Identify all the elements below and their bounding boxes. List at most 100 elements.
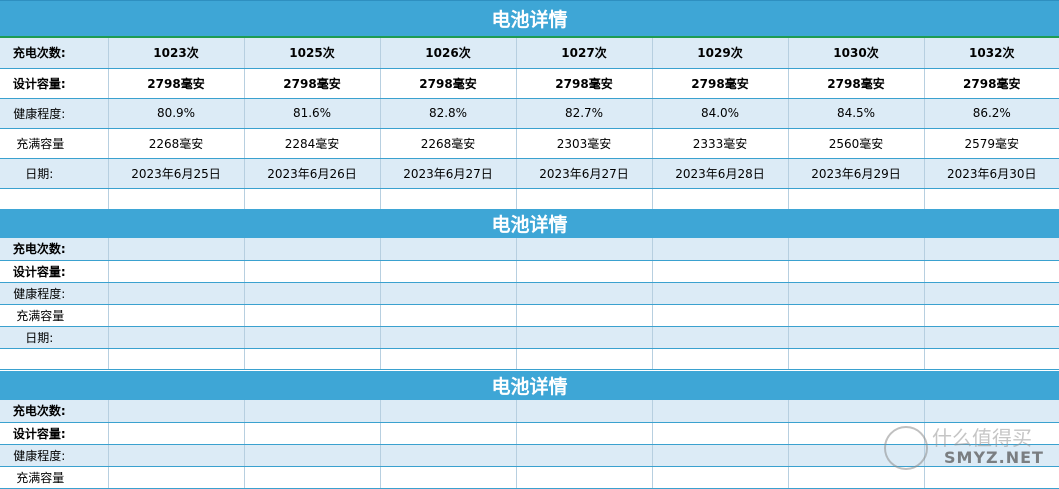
empty-cell[interactable] (788, 304, 925, 327)
table-cell[interactable]: 2798毫安 (652, 68, 789, 99)
table-cell[interactable]: 2798毫安 (516, 68, 653, 99)
empty-cell[interactable] (652, 188, 789, 210)
empty-cell[interactable] (244, 348, 381, 370)
table-cell[interactable]: 2798毫安 (380, 68, 517, 99)
empty-cell[interactable] (788, 238, 925, 261)
table-cell[interactable]: 2023年6月29日 (788, 158, 925, 189)
table-cell[interactable]: 1029次 (652, 38, 789, 69)
empty-cell[interactable] (652, 304, 789, 327)
table-cell[interactable]: 2023年6月28日 (652, 158, 789, 189)
empty-cell[interactable] (108, 466, 245, 489)
empty-cell[interactable] (516, 466, 653, 489)
empty-cell[interactable] (244, 422, 381, 445)
empty-cell[interactable] (516, 400, 653, 423)
empty-cell[interactable] (380, 282, 517, 305)
empty-cell[interactable] (108, 400, 245, 423)
empty-cell[interactable] (380, 422, 517, 445)
empty-cell[interactable] (516, 260, 653, 283)
empty-cell[interactable] (244, 466, 381, 489)
empty-cell[interactable] (652, 326, 789, 349)
table-cell[interactable]: 84.0% (652, 98, 789, 129)
empty-cell[interactable] (244, 326, 381, 349)
empty-cell[interactable] (0, 188, 109, 210)
table-cell[interactable]: 1030次 (788, 38, 925, 69)
empty-cell[interactable] (380, 260, 517, 283)
empty-cell[interactable] (652, 348, 789, 370)
table-cell[interactable]: 82.7% (516, 98, 653, 129)
table-cell[interactable]: 2303毫安 (516, 128, 653, 159)
empty-cell[interactable] (788, 282, 925, 305)
empty-cell[interactable] (108, 188, 245, 210)
empty-cell[interactable] (380, 348, 517, 370)
empty-cell[interactable] (652, 466, 789, 489)
empty-cell[interactable] (380, 466, 517, 489)
empty-cell[interactable] (516, 238, 653, 261)
empty-cell[interactable] (516, 304, 653, 327)
table-cell[interactable]: 80.9% (108, 98, 245, 129)
table-cell[interactable]: 2023年6月25日 (108, 158, 245, 189)
table-cell[interactable]: 2023年6月27日 (380, 158, 517, 189)
empty-cell[interactable] (652, 282, 789, 305)
empty-cell[interactable] (380, 188, 517, 210)
empty-cell[interactable] (516, 188, 653, 210)
empty-cell[interactable] (244, 282, 381, 305)
table-cell[interactable]: 2798毫安 (924, 68, 1059, 99)
table-cell[interactable]: 1023次 (108, 38, 245, 69)
empty-cell[interactable] (108, 282, 245, 305)
table-cell[interactable]: 2268毫安 (108, 128, 245, 159)
empty-cell[interactable] (108, 260, 245, 283)
empty-cell[interactable] (652, 444, 789, 467)
table-cell[interactable]: 2284毫安 (244, 128, 381, 159)
empty-cell[interactable] (788, 326, 925, 349)
empty-cell[interactable] (924, 282, 1059, 305)
table-cell[interactable]: 2560毫安 (788, 128, 925, 159)
empty-cell[interactable] (924, 304, 1059, 327)
empty-cell[interactable] (244, 238, 381, 261)
empty-cell[interactable] (516, 444, 653, 467)
empty-cell[interactable] (244, 444, 381, 467)
table-cell[interactable]: 2798毫安 (244, 68, 381, 99)
empty-cell[interactable] (244, 304, 381, 327)
empty-cell[interactable] (924, 238, 1059, 261)
empty-cell[interactable] (380, 304, 517, 327)
table-cell[interactable]: 2798毫安 (108, 68, 245, 99)
table-cell[interactable]: 1032次 (924, 38, 1059, 69)
empty-cell[interactable] (108, 348, 245, 370)
empty-cell[interactable] (788, 260, 925, 283)
empty-cell[interactable] (380, 238, 517, 261)
empty-cell[interactable] (380, 326, 517, 349)
empty-cell[interactable] (516, 422, 653, 445)
empty-cell[interactable] (924, 188, 1059, 210)
empty-cell[interactable] (652, 422, 789, 445)
table-cell[interactable]: 2023年6月26日 (244, 158, 381, 189)
empty-cell[interactable] (244, 260, 381, 283)
table-cell[interactable]: 2023年6月27日 (516, 158, 653, 189)
empty-cell[interactable] (380, 444, 517, 467)
table-cell[interactable]: 2579毫安 (924, 128, 1059, 159)
empty-cell[interactable] (516, 282, 653, 305)
empty-cell[interactable] (244, 400, 381, 423)
table-cell[interactable]: 2268毫安 (380, 128, 517, 159)
empty-cell[interactable] (108, 304, 245, 327)
empty-cell[interactable] (380, 400, 517, 423)
table-cell[interactable]: 84.5% (788, 98, 925, 129)
empty-cell[interactable] (0, 348, 109, 370)
table-cell[interactable]: 1025次 (244, 38, 381, 69)
table-cell[interactable]: 1026次 (380, 38, 517, 69)
empty-cell[interactable] (924, 326, 1059, 349)
empty-cell[interactable] (652, 238, 789, 261)
empty-cell[interactable] (108, 238, 245, 261)
empty-cell[interactable] (516, 348, 653, 370)
empty-cell[interactable] (788, 188, 925, 210)
table-cell[interactable]: 2798毫安 (788, 68, 925, 99)
empty-cell[interactable] (652, 260, 789, 283)
empty-cell[interactable] (924, 260, 1059, 283)
empty-cell[interactable] (108, 444, 245, 467)
empty-cell[interactable] (108, 422, 245, 445)
table-cell[interactable]: 2023年6月30日 (924, 158, 1059, 189)
empty-cell[interactable] (516, 326, 653, 349)
empty-cell[interactable] (788, 348, 925, 370)
empty-cell[interactable] (924, 348, 1059, 370)
table-cell[interactable]: 1027次 (516, 38, 653, 69)
empty-cell[interactable] (244, 188, 381, 210)
